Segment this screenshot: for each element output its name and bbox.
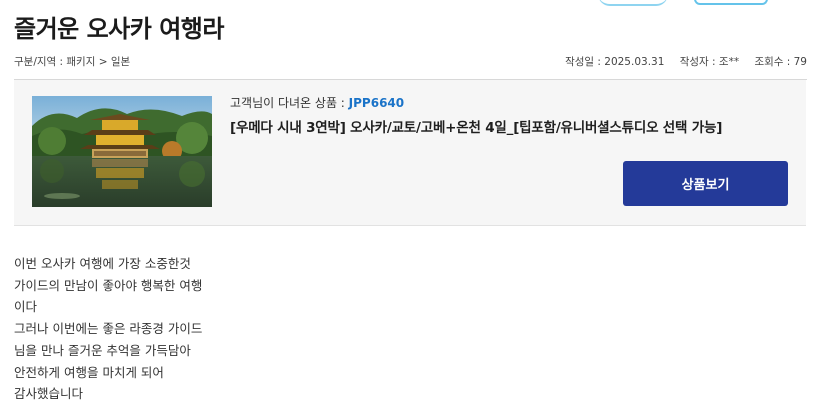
- post-views: 조회수 : 79: [754, 56, 807, 68]
- content-line: 가이드의 만남이 좋아야 행복한 여행: [14, 277, 203, 293]
- post-info: 작성일 : 2025.03.31 작성자 : 조** 조회수 : 79: [553, 54, 807, 69]
- content-line: 님을 만나 즐거운 추억을 가득담아: [14, 342, 191, 358]
- product-thumbnail[interactable]: [32, 96, 212, 207]
- content-line: 감사했습니다: [14, 386, 84, 402]
- page-title: 즐거운 오사카 여행라: [14, 15, 224, 43]
- product-card: 고객님이 다녀온 상품 : JPP6640 [우메다 시내 3연박] 오사카/교…: [14, 80, 806, 226]
- header-button-edge[interactable]: [694, 0, 768, 5]
- post-content: 이번 오사카 여행에 가장 소중한것 가이드의 만남이 좋아야 행복한 여행 이…: [14, 253, 214, 405]
- header-decoration: [598, 0, 668, 6]
- product-label-text: 고객님이 다녀온 상품 :: [230, 96, 349, 110]
- content-line: 안전하게 여행을 마치게 되어: [14, 364, 164, 380]
- kinkakuji-image: [32, 96, 212, 207]
- content-line: 이다: [14, 299, 38, 315]
- product-code[interactable]: JPP6640: [349, 96, 404, 110]
- breadcrumb: 구분/지역 : 패키지 > 일본: [14, 56, 131, 68]
- post-author: 작성자 : 조**: [679, 56, 740, 68]
- content-line: 그러나 이번에는 좋은 라종경 가이드: [14, 321, 203, 337]
- post-date: 작성일 : 2025.03.31: [565, 56, 665, 68]
- product-label: 고객님이 다녀온 상품 : JPP6640: [230, 94, 404, 111]
- view-product-button[interactable]: 상품보기: [623, 161, 788, 206]
- post-meta: 구분/지역 : 패키지 > 일본 작성일 : 2025.03.31 작성자 : …: [14, 54, 807, 68]
- product-title[interactable]: [우메다 시내 3연박] 오사카/교토/고베+온천 4일_[팁포함/유니버셜스튜…: [230, 116, 722, 136]
- content-line: 이번 오사카 여행에 가장 소중한것: [14, 256, 191, 271]
